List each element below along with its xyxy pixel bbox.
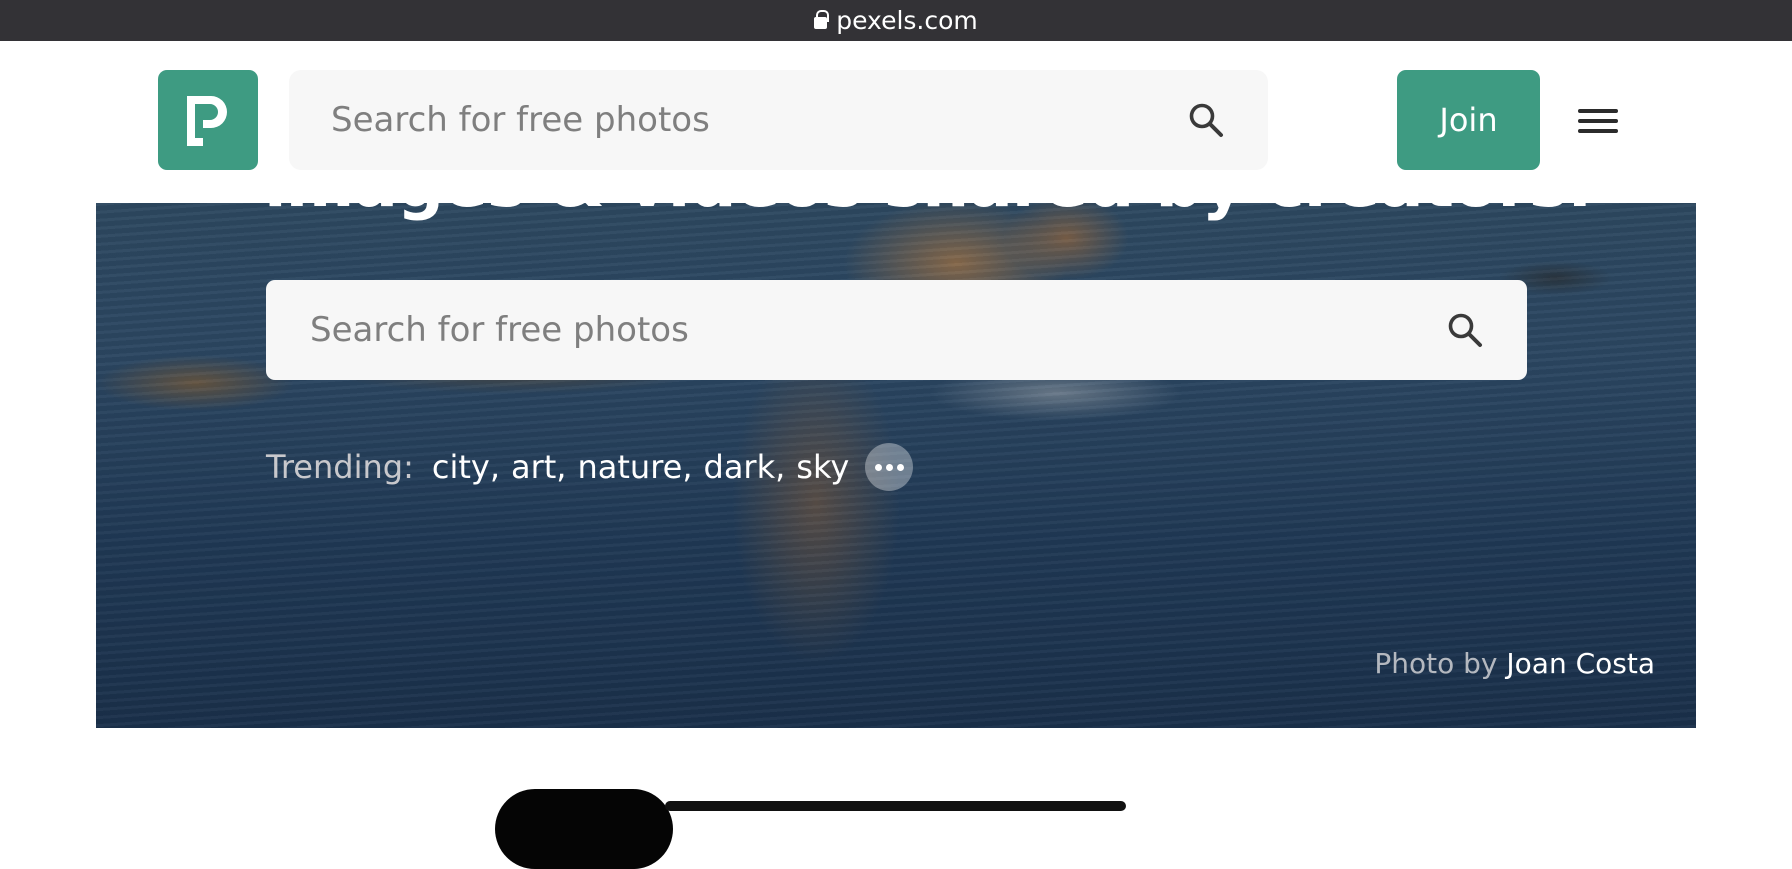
more-horizontal-icon [874,463,882,471]
trending-separator: , [682,448,693,486]
browser-url-bar[interactable]: pexels.com [0,0,1792,41]
trending-separator: , [489,448,500,486]
menu-bar [1578,129,1618,133]
menu-bar [1578,119,1618,123]
trending-more-button[interactable] [865,443,914,491]
hamburger-menu-button[interactable] [1576,105,1620,137]
photo-credit-prefix: Photo by [1374,647,1498,680]
header-search-bar [289,70,1268,170]
hero-banner: images & videos shared by creators. Tren… [96,203,1696,728]
trending-link-dark[interactable]: dark [704,448,776,486]
photo-credit: Photo by Joan Costa [1374,647,1655,680]
trending-link-art[interactable]: art [511,448,556,486]
pexels-logo-mark-icon [187,96,227,146]
site-header: Join [0,41,1792,203]
trending-separator: , [556,448,567,486]
pexels-logo[interactable] [158,70,258,170]
trending-link-sky[interactable]: sky [796,448,849,486]
browser-url-text: pexels.com [836,6,978,35]
trending-separator: , [775,448,786,486]
trending-searches: Trending: city, art, nature, dark, sky [266,443,914,491]
menu-bar [1578,109,1618,113]
header-search-button[interactable] [1184,98,1228,142]
join-button[interactable]: Join [1397,70,1540,170]
trending-label: Trending: [266,448,414,486]
hero-title: images & videos shared by creators. [264,203,1592,222]
more-horizontal-icon [896,463,904,471]
more-horizontal-icon [885,463,893,471]
lock-icon [814,9,830,29]
search-icon [1189,103,1223,137]
trending-link-city[interactable]: city [432,448,490,486]
search-icon [1448,313,1482,347]
trending-link-nature[interactable]: nature [577,448,682,486]
header-search-input[interactable] [329,99,1149,141]
hero-search-input[interactable] [308,309,1408,351]
hero-search-bar [266,280,1527,380]
bottom-active-tab-pill[interactable] [495,789,673,869]
home-indicator [665,801,1126,811]
photo-credit-author-link[interactable]: Joan Costa [1506,647,1655,680]
hero-search-button[interactable] [1443,308,1487,352]
